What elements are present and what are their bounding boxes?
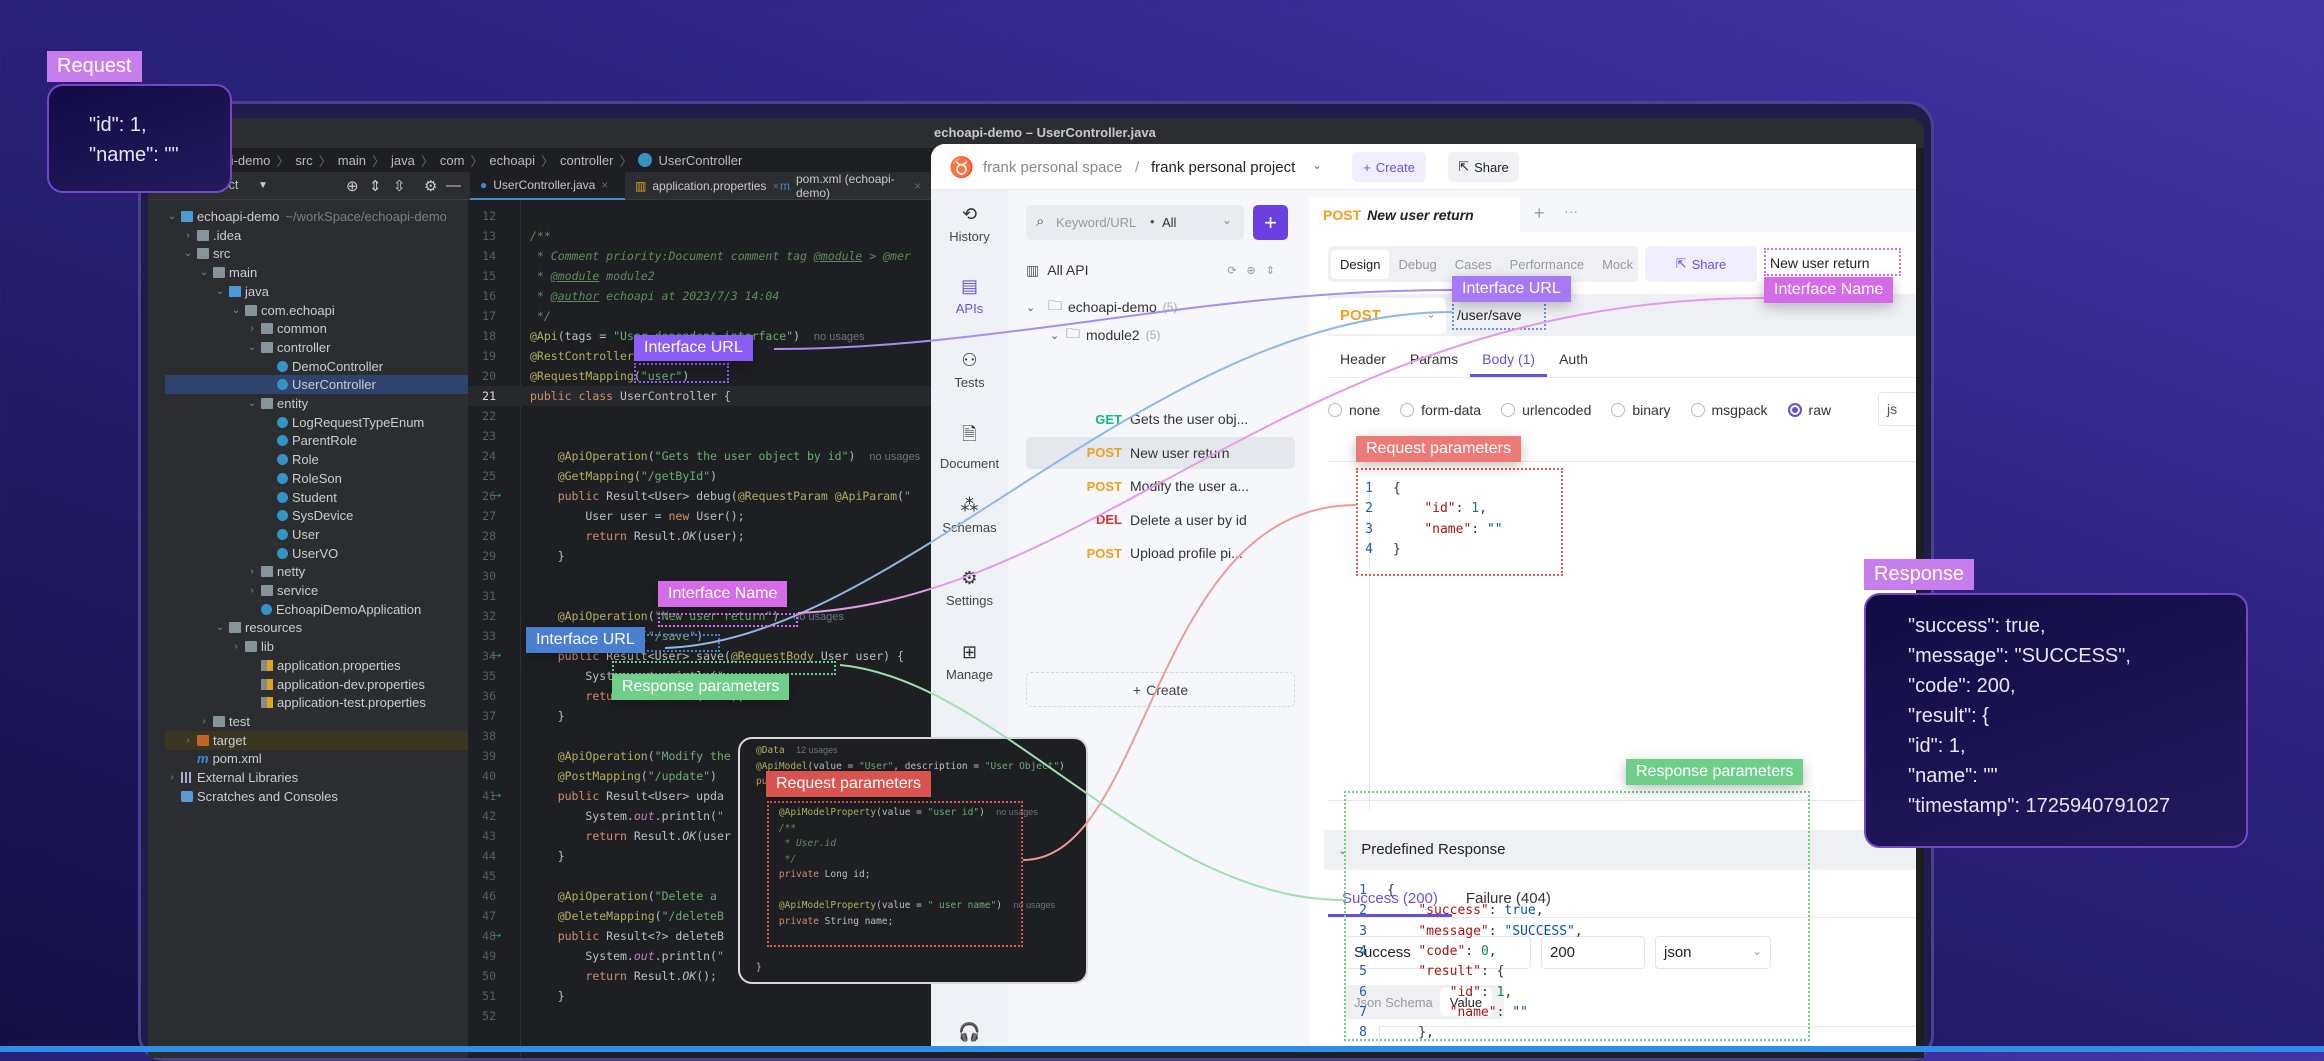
connector-lines — [664, 289, 1765, 901]
response-line: "success": true, — [1908, 615, 2046, 637]
tag-request-parameters-app: Request parameters — [1356, 436, 1521, 462]
request-label: Request — [47, 51, 142, 82]
tag-interface-url-app: Interface URL — [1452, 276, 1571, 302]
code-url-highlight — [634, 363, 729, 383]
popup-request-highlight — [767, 801, 1023, 947]
tag-interface-name-app: Interface Name — [1764, 277, 1894, 303]
response-body-highlight — [1344, 791, 1810, 1041]
response-line: "id": 1, — [1908, 735, 1966, 757]
response-line: "timestamp": 1725940791027 — [1908, 795, 2171, 817]
tag-response-parameters-app: Response parameters — [1626, 759, 1804, 785]
response-line: "message": "SUCCESS", — [1908, 645, 2131, 667]
tag-request-parameters-code: Request parameters — [766, 771, 931, 797]
response-line: "result": { — [1908, 705, 1989, 727]
response-bubble: "success": true, "message": "SUCCESS", "co… — [1864, 593, 2248, 848]
response-line: "name": "" — [1908, 765, 1998, 787]
request-bubble: "id": 1, "name": "" — [47, 84, 232, 193]
code-response-highlight — [612, 661, 836, 675]
connector-request-parameters — [1022, 504, 1357, 861]
tag-interface-url-mapping: Interface URL — [526, 627, 645, 653]
bottom-accent-bar — [0, 1046, 2324, 1052]
tag-response-parameters-code: Response parameters — [612, 674, 790, 700]
request-line: "name": "" — [89, 144, 179, 166]
response-label: Response — [1864, 559, 1975, 590]
request-body-highlight — [1356, 468, 1563, 576]
tag-interface-name-code: Interface Name — [658, 581, 788, 607]
connector-interface-url — [773, 289, 1453, 350]
code-name-highlight — [658, 613, 798, 627]
tag-interface-url-code: Interface URL — [634, 335, 753, 361]
code-save-highlight — [640, 634, 720, 652]
request-line: "id": 1, — [89, 114, 147, 136]
response-line: "code": 200, — [1908, 675, 2016, 697]
